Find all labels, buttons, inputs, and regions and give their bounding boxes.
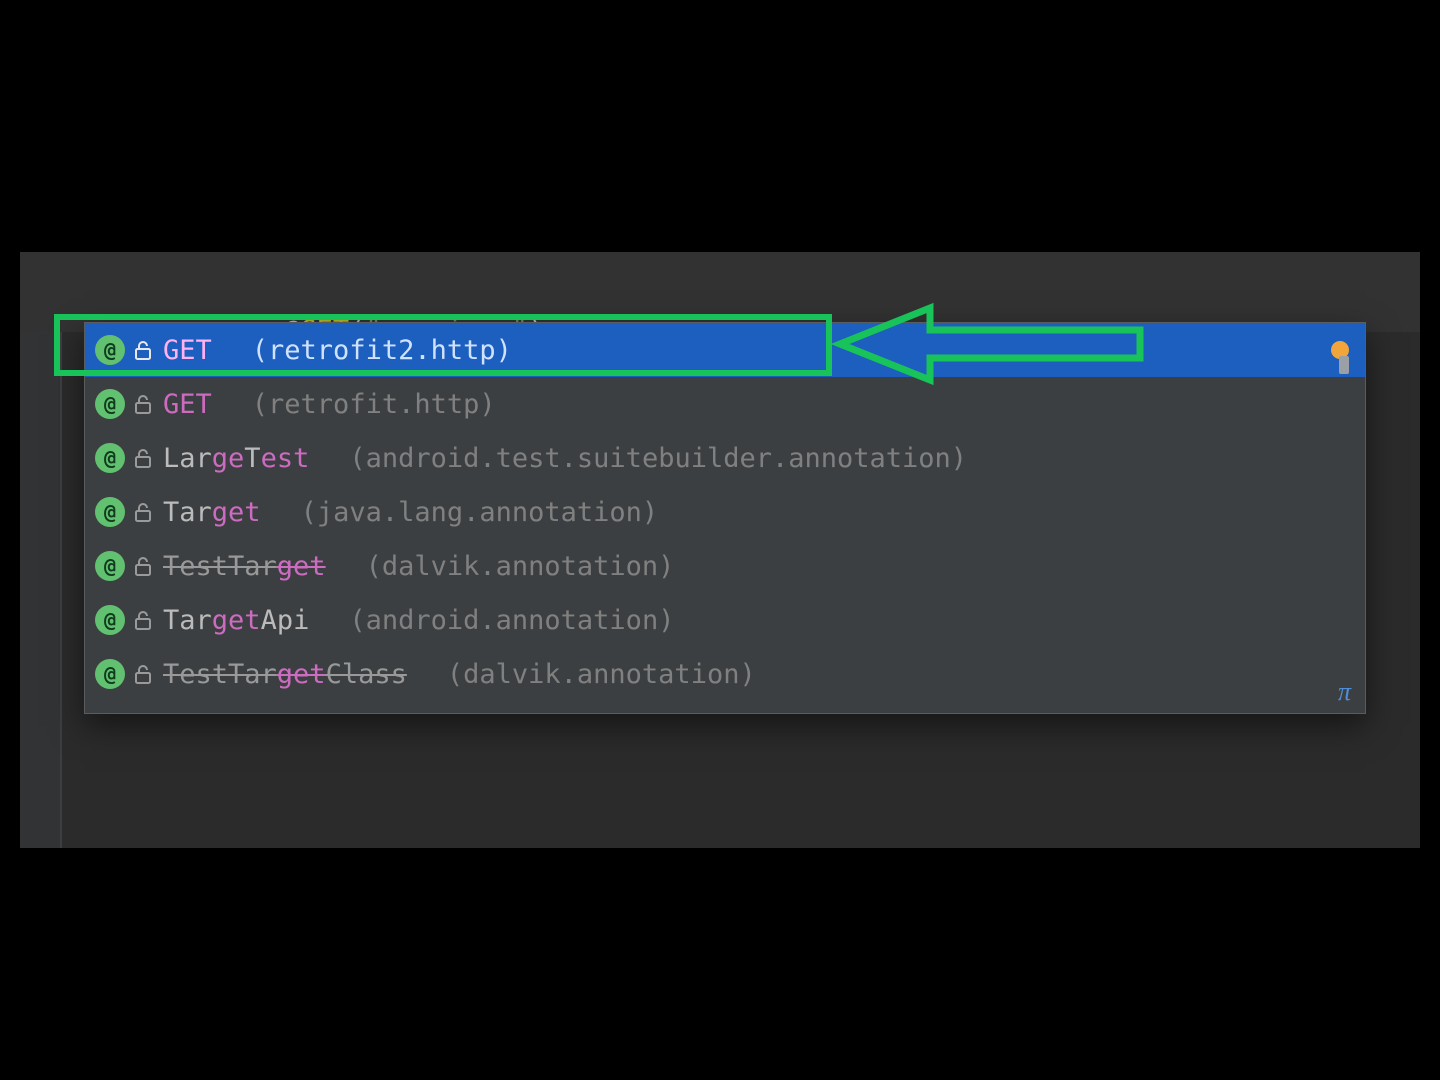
screenshot-stage: @GET("sessions") @ GET (retrofit2.http) @ GE…	[20, 20, 1420, 1060]
completion-name: TestTargetClass	[163, 659, 407, 690]
completion-package: (retrofit2.http)	[252, 335, 512, 366]
lock-icon	[133, 609, 153, 631]
lock-icon	[133, 501, 153, 523]
lock-icon	[133, 447, 153, 469]
annotation-icon: @	[95, 389, 125, 419]
gutter-border	[60, 252, 62, 848]
completion-package: (dalvik.annotation)	[447, 659, 756, 690]
completion-item[interactable]: @ GET (retrofit.http)	[85, 377, 1365, 431]
lock-icon	[133, 339, 153, 361]
code-line-strip: @GET("sessions")	[20, 252, 1420, 332]
completion-item[interactable]: @ TargetApi (android.annotation)	[85, 593, 1365, 647]
lock-icon	[133, 663, 153, 685]
annotation-icon: @	[95, 335, 125, 365]
completion-name: Target	[163, 497, 261, 528]
completion-item[interactable]: @ LargeTest (android.test.suitebuilder.ann…	[85, 431, 1365, 485]
completion-name: LargeTest	[163, 443, 309, 474]
completion-item[interactable]: @ GET (retrofit2.http)	[85, 323, 1365, 377]
completion-popup[interactable]: @GET(retrofit2.http)@GET(retrofit.http)@…	[84, 322, 1366, 714]
completion-package: (dalvik.annotation)	[366, 551, 675, 582]
completion-item[interactable]: @ TestTarget (dalvik.annotation)	[85, 539, 1365, 593]
annotation-icon: @	[95, 659, 125, 689]
completion-package: (java.lang.annotation)	[301, 497, 659, 528]
pi-icon: π	[1338, 677, 1351, 707]
completion-name: GET	[163, 389, 212, 420]
annotation-icon: @	[95, 497, 125, 527]
caret-underline	[158, 316, 232, 318]
completion-package: (android.annotation)	[349, 605, 674, 636]
lock-icon	[133, 555, 153, 577]
annotation-icon: @	[95, 605, 125, 635]
completion-package: (retrofit.http)	[252, 389, 496, 420]
scroll-thumb-icon	[1339, 356, 1349, 374]
lock-icon	[133, 393, 153, 415]
annotation-icon: @	[95, 443, 125, 473]
completion-package: (android.test.suitebuilder.annotation)	[349, 443, 967, 474]
completion-name: TargetApi	[163, 605, 309, 636]
editor-viewport: @GET("sessions") @ GET (retrofit2.http) @ GE…	[20, 252, 1420, 848]
completion-name: GET	[163, 335, 212, 366]
completion-item[interactable]: @ Target (java.lang.annotation)	[85, 485, 1365, 539]
completion-item[interactable]: @ TestTargetClass (dalvik.annotation)	[85, 647, 1365, 701]
annotation-icon: @	[95, 551, 125, 581]
editor-gutter	[20, 252, 60, 848]
completion-name: TestTarget	[163, 551, 326, 582]
